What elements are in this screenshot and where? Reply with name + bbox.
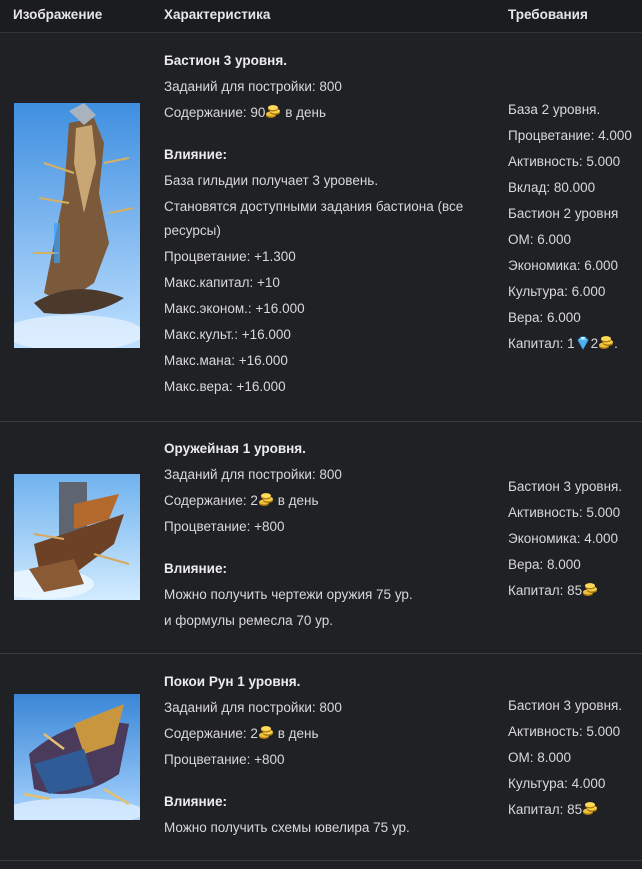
capital-requirement: Капитал: 1 2. xyxy=(508,335,618,353)
header-characteristic: Характеристика xyxy=(164,7,271,22)
upkeep: Содержание: 2 в день xyxy=(164,492,318,510)
requirement: ОМ: 6.000 xyxy=(508,232,572,247)
upkeep-suffix: в день xyxy=(285,105,326,120)
requirement: Экономика: 6.000 xyxy=(508,258,619,273)
upkeep-value: Содержание: 2 xyxy=(164,493,258,508)
gold-coin-icon xyxy=(598,335,614,351)
effect-line: Можно получить чертежи оружия 75 ур. xyxy=(164,587,413,602)
influence-title: Влияние: xyxy=(164,794,227,809)
requirement: ОМ: 8.000 xyxy=(508,750,572,765)
build-tasks: Заданий для постройки: 800 xyxy=(164,79,342,94)
requirement: Активность: 5.000 xyxy=(508,724,621,739)
upkeep-suffix: в день xyxy=(277,493,319,508)
effect-line: Макс.эконом.: +16.000 xyxy=(164,301,305,316)
armory-image xyxy=(14,474,140,600)
capital-requirement: Капитал: 85 xyxy=(508,582,598,600)
header-image: Изображение xyxy=(13,7,103,22)
effect-line: Макс.капитал: +10 xyxy=(164,275,280,290)
table-row: Покои Рун 1 уровня. Заданий для постройк… xyxy=(0,654,642,861)
requirement: Вера: 8.000 xyxy=(508,557,581,572)
requirement: Процветание: 4.000 xyxy=(508,128,632,143)
effect-line: Становятся доступными задания бастиона (… xyxy=(164,199,464,214)
table-header: Изображение Характеристика Требования xyxy=(0,0,642,33)
requirement: Экономика: 4.000 xyxy=(508,531,619,546)
requirement: Активность: 5.000 xyxy=(508,154,621,169)
effect-line: ресурсы) xyxy=(164,223,221,238)
capital-gold-count: Капитал: 85 xyxy=(508,802,583,817)
capital-gold-count: Капитал: 85 xyxy=(508,583,583,598)
prosperity: Процветание: +800 xyxy=(164,519,285,534)
gold-coin-icon xyxy=(258,725,274,741)
effect-line: Макс.мана: +16.000 xyxy=(164,353,288,368)
building-title: Бастион 3 уровня. xyxy=(164,53,287,68)
upkeep-value: Содержание: 90 xyxy=(164,105,266,120)
gold-coin-icon xyxy=(265,104,281,120)
upkeep: Содержание: 90 в день xyxy=(164,104,326,122)
effect-line: База гильдии получает 3 уровень. xyxy=(164,173,379,188)
requirement: Бастион 2 уровня xyxy=(508,206,619,221)
effect-line: Макс.культ.: +16.000 xyxy=(164,327,291,342)
gold-coin-icon xyxy=(582,582,598,598)
bastion-image xyxy=(14,103,140,348)
upkeep: Содержание: 2 в день xyxy=(164,725,318,743)
prosperity: Процветание: +800 xyxy=(164,752,285,767)
gold-coin-icon xyxy=(582,801,598,817)
header-requirements: Требования xyxy=(508,7,588,22)
influence-title: Влияние: xyxy=(164,561,227,576)
capital-gold-count: 2 xyxy=(590,336,599,351)
capital-end: . xyxy=(614,336,618,351)
influence-title: Влияние: xyxy=(164,147,227,162)
build-tasks: Заданий для постройки: 800 xyxy=(164,467,342,482)
requirement: Бастион 3 уровня. xyxy=(508,698,623,713)
building-title: Покои Рун 1 уровня. xyxy=(164,674,301,689)
requirement: Культура: 6.000 xyxy=(508,284,606,299)
rune-chamber-image xyxy=(14,694,140,820)
building-title: Оружейная 1 уровня. xyxy=(164,441,306,456)
requirement: Культура: 4.000 xyxy=(508,776,606,791)
gold-coin-icon xyxy=(258,492,274,508)
build-tasks: Заданий для постройки: 800 xyxy=(164,700,342,715)
requirement: Активность: 5.000 xyxy=(508,505,621,520)
requirement: Вклад: 80.000 xyxy=(508,180,596,195)
effect-line: Можно получить схемы ювелира 75 ур. xyxy=(164,820,410,835)
gem-icon xyxy=(575,335,591,351)
requirement: Бастион 3 уровня. xyxy=(508,479,623,494)
table-row: Бастион 3 уровня. Заданий для постройки:… xyxy=(0,33,642,422)
capital-requirement: Капитал: 85 xyxy=(508,801,598,819)
effect-line: Процветание: +1.300 xyxy=(164,249,296,264)
upkeep-suffix: в день xyxy=(277,726,319,741)
effect-line: и формулы ремесла 70 ур. xyxy=(164,613,333,628)
table-row: Оружейная 1 уровня. Заданий для постройк… xyxy=(0,421,642,654)
upkeep-value: Содержание: 2 xyxy=(164,726,258,741)
effect-line: Макс.вера: +16.000 xyxy=(164,379,286,394)
capital-gem-count: Капитал: 1 xyxy=(508,336,575,351)
requirement: Вера: 6.000 xyxy=(508,310,581,325)
requirement: База 2 уровня. xyxy=(508,102,601,117)
